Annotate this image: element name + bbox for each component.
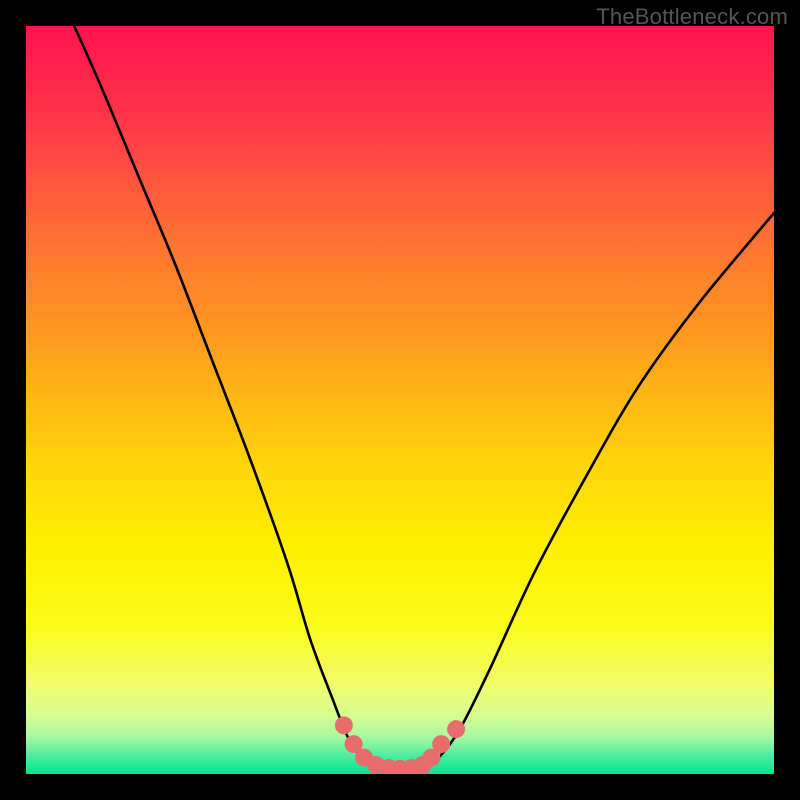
bottleneck-curve	[71, 26, 774, 771]
highlight-point	[447, 720, 465, 738]
highlight-point	[335, 716, 353, 734]
highlight-point	[432, 735, 450, 753]
watermark-text: TheBottleneck.com	[596, 4, 788, 30]
chart-frame: TheBottleneck.com	[0, 0, 800, 800]
curve-layer	[26, 26, 774, 774]
plot-area	[26, 26, 774, 774]
highlight-markers	[335, 716, 465, 774]
